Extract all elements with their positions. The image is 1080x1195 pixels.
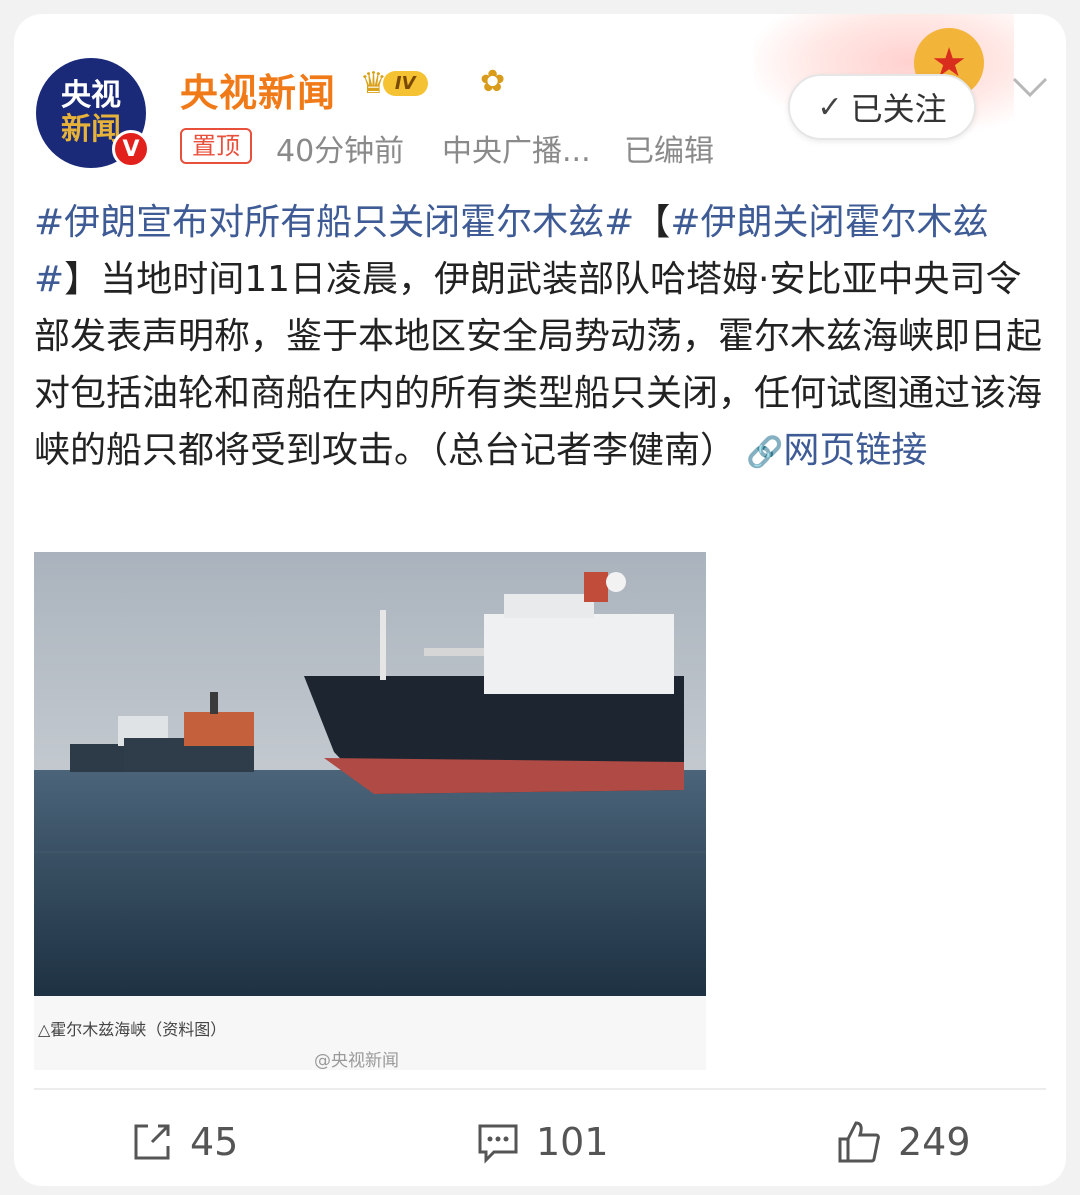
bracket-close: 】 [64, 259, 101, 300]
sunflower-icon: ✿ [480, 64, 506, 99]
image-watermark: @央视新闻 [314, 1051, 399, 1071]
post-time: 40分钟前 [276, 134, 405, 169]
comment-count: 101 [536, 1120, 609, 1164]
comment-icon [478, 1124, 518, 1164]
follow-button[interactable]: ✓ 已关注 [788, 74, 976, 140]
thumbs-up-icon [838, 1121, 880, 1163]
comment-button[interactable]: 101 [476, 1114, 609, 1170]
weibo-post-card: ★ 央视 新闻 V 央视新闻 ♛ IV ✿ 置顶 40分钟前 中央广播... 已… [14, 14, 1066, 1186]
like-button[interactable]: 249 [836, 1114, 971, 1170]
pinned-badge: 置顶 [180, 128, 252, 164]
web-link[interactable]: 网页链接 [783, 430, 927, 471]
like-count: 249 [898, 1120, 971, 1164]
image-caption-area: △霍尔木兹海峡（资料图） @央视新闻 [34, 996, 706, 1071]
check-icon: ✓ [817, 89, 843, 125]
bracket-open: 【 [634, 202, 671, 243]
share-count: 45 [190, 1120, 239, 1164]
share-icon [134, 1124, 170, 1160]
share-button[interactable]: 45 [130, 1114, 238, 1170]
avatar-text-line2: 新闻 [61, 112, 121, 147]
link-icon: 🔗 [746, 435, 784, 470]
follow-button-label: 已关注 [850, 90, 947, 128]
chevron-down-icon[interactable] [1010, 68, 1050, 108]
post-photo[interactable] [34, 552, 706, 996]
verified-badge-icon: V [112, 130, 150, 168]
edited-label[interactable]: 已编辑 [624, 126, 714, 170]
divider [34, 1088, 1046, 1090]
vip-level-badge[interactable]: ♛ IV [360, 66, 428, 101]
account-name[interactable]: 央视新闻 [180, 62, 336, 117]
vip-level-label: IV [382, 71, 428, 96]
post-text: #伊朗宣布对所有船只关闭霍尔木兹#【#伊朗关闭霍尔木兹#】当地时间11日凌晨，伊… [34, 194, 1044, 481]
image-caption: △霍尔木兹海峡（资料图） [38, 1020, 227, 1039]
avatar-text-line1: 央视 [61, 78, 121, 113]
post-source[interactable]: 中央广播... [442, 126, 591, 170]
hashtag-link[interactable]: #伊朗宣布对所有船只关闭霍尔木兹# [34, 202, 634, 243]
